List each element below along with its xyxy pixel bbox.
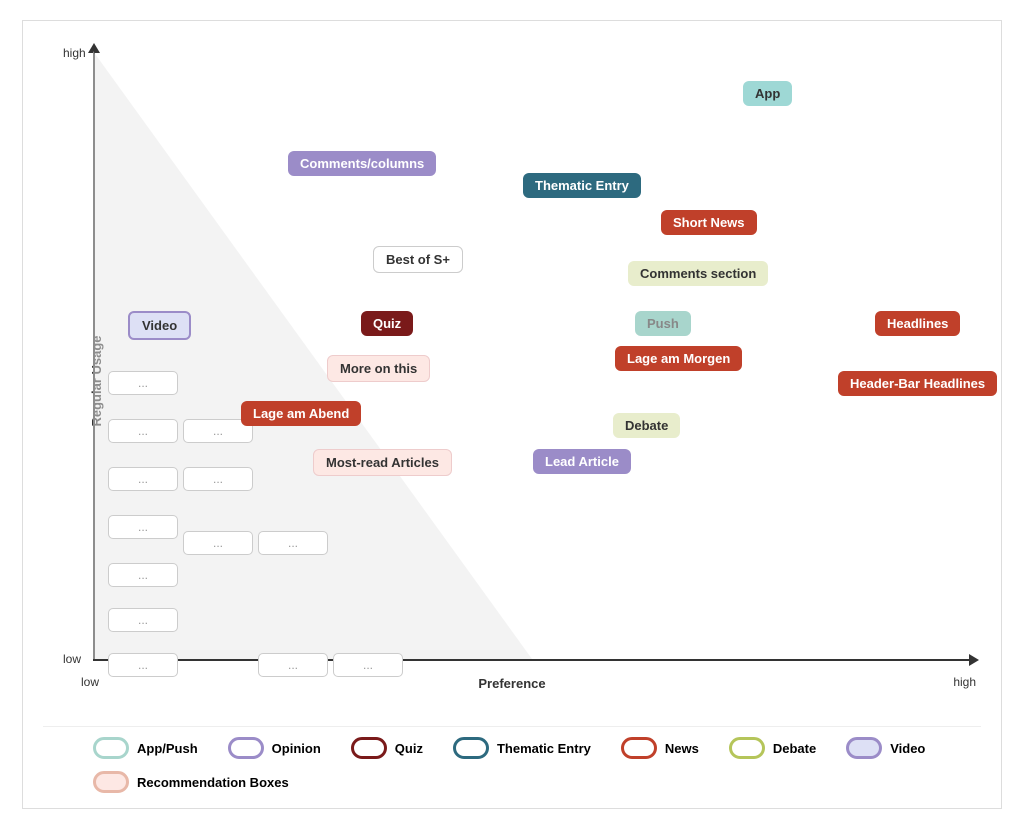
chart-container: Regular Usage high low low high Preferen…: [22, 20, 1002, 809]
legend-news: News: [621, 737, 699, 759]
y-axis-low: low: [63, 652, 81, 666]
shaded-background: [93, 51, 971, 659]
placeholder-6: ...: [108, 608, 178, 632]
placeholder-11: ...: [258, 531, 328, 555]
legend-quiz: Quiz: [351, 737, 423, 759]
y-axis-label: Regular Usage: [89, 335, 104, 426]
y-axis-high: high: [63, 46, 86, 60]
chart-area: Regular Usage high low low high Preferen…: [43, 41, 981, 721]
legend-video: Video: [846, 737, 925, 759]
legend-app-push: App/Push: [93, 737, 198, 759]
placeholder-3: ...: [108, 467, 178, 491]
legend-opinion: Opinion: [228, 737, 321, 759]
x-axis-low: low: [81, 675, 99, 689]
x-axis-line: [93, 659, 971, 661]
placeholder-13: ...: [333, 653, 403, 677]
legend: App/Push Opinion Quiz Thematic Entry News Deb…: [43, 726, 981, 798]
placeholder-2: ...: [108, 419, 178, 443]
placeholder-12: ...: [258, 653, 328, 677]
placeholder-7: ...: [108, 653, 178, 677]
x-axis-high: high: [953, 675, 976, 689]
y-axis-line: [93, 51, 95, 661]
placeholder-1: ...: [108, 371, 178, 395]
legend-thematic: Thematic Entry: [453, 737, 591, 759]
placeholder-9: ...: [183, 467, 253, 491]
legend-debate: Debate: [729, 737, 816, 759]
placeholder-10: ...: [183, 531, 253, 555]
x-axis-label: Preference: [478, 676, 545, 691]
placeholder-5: ...: [108, 563, 178, 587]
placeholder-8: ...: [183, 419, 253, 443]
legend-recommendation: Recommendation Boxes: [93, 771, 289, 793]
placeholder-4: ...: [108, 515, 178, 539]
